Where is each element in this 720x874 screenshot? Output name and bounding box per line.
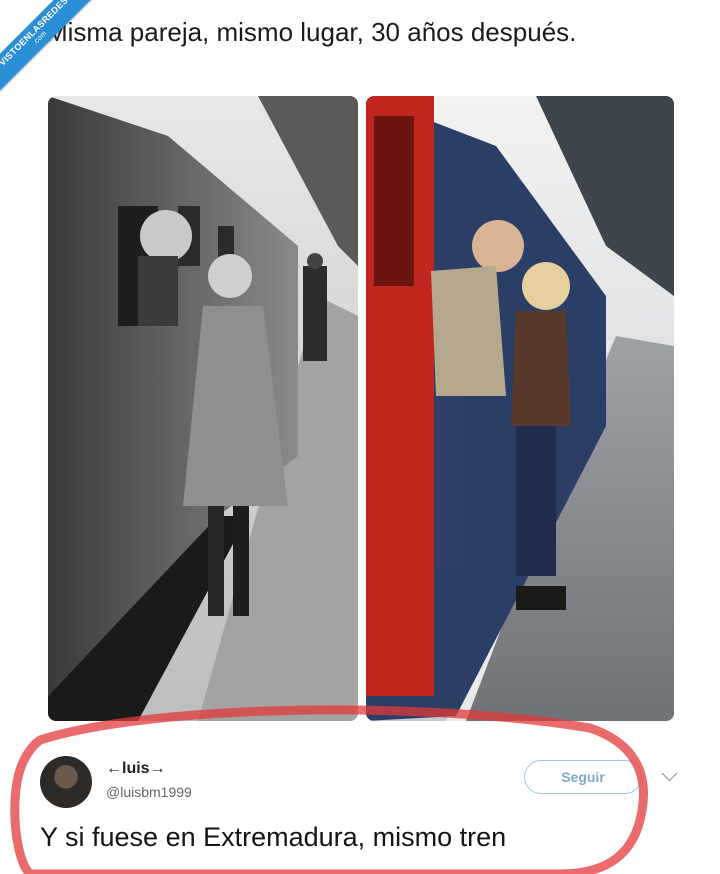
photo-now [366,96,674,721]
avatar[interactable] [40,756,92,808]
chevron-down-icon[interactable] [661,765,678,782]
tweet-author-handle[interactable]: @luisbm1999 [106,784,192,800]
follow-button[interactable]: Seguir [524,760,642,794]
photo-then [48,96,358,721]
post-caption: Misma pareja, mismo lugar, 30 años despu… [46,17,577,47]
tweet-author-name[interactable]: ←luis→ [106,760,166,778]
tweet-text: Y si fuese en Extremadura, mismo tren [40,822,507,852]
